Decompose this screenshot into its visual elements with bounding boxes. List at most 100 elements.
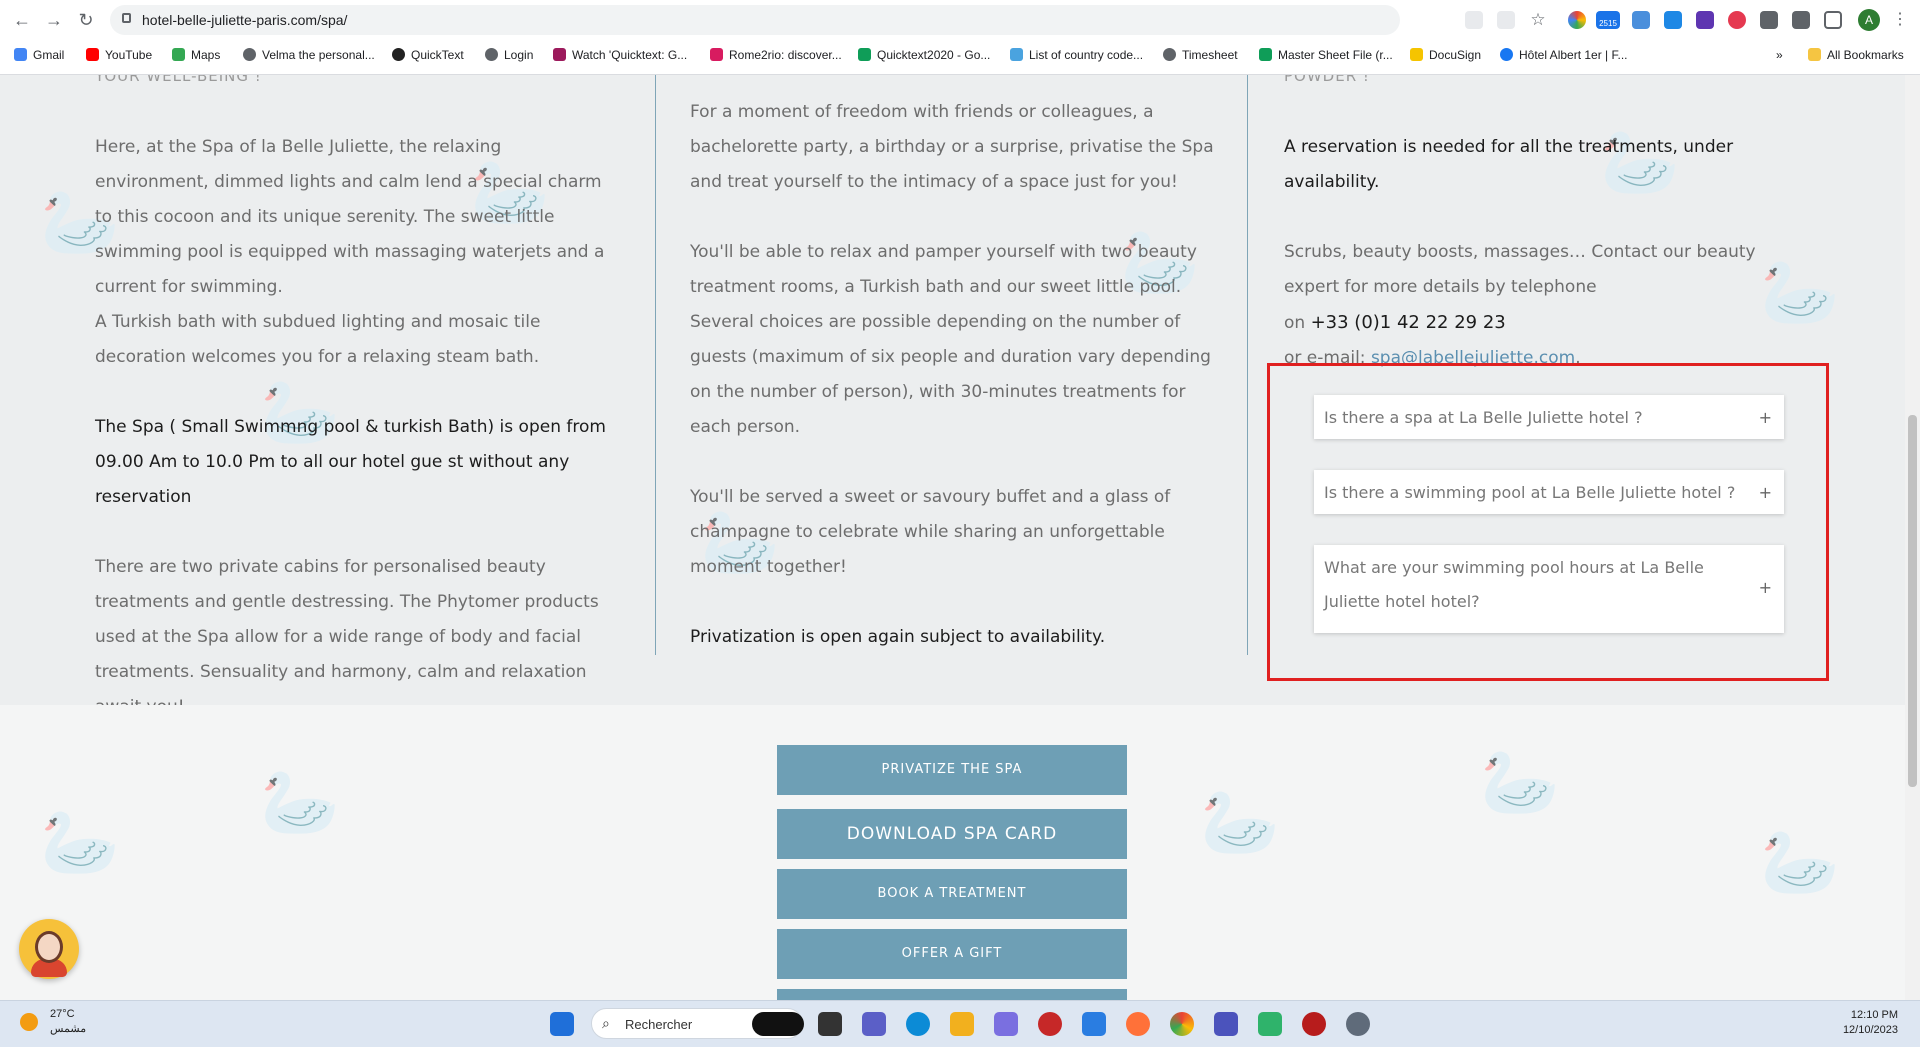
bookmark-youtube[interactable]: YouTube bbox=[86, 48, 152, 62]
swan-pattern-icon: 🦢 bbox=[1200, 786, 1280, 858]
youtube-icon bbox=[86, 48, 99, 61]
teams-icon[interactable] bbox=[1214, 1012, 1238, 1036]
privatize-spa-button[interactable]: PRIVATIZE THE SPA bbox=[777, 745, 1127, 795]
bookmark-docusign[interactable]: DocuSign bbox=[1410, 48, 1481, 62]
faq-highlight-box: Is there a spa at La Belle Juliette hote… bbox=[1267, 363, 1829, 681]
bookmark-velma[interactable]: Velma the personal... bbox=[243, 48, 375, 62]
plus-icon[interactable]: + bbox=[1759, 401, 1772, 435]
temperature: 27°C bbox=[50, 1008, 75, 1020]
todo-icon[interactable] bbox=[1082, 1012, 1106, 1036]
bookmark-label: Rome2rio: discover... bbox=[729, 48, 842, 62]
offer-gift-button[interactable]: OFFER A GIFT bbox=[777, 929, 1127, 979]
bookmark-quicktext2020[interactable]: Quicktext2020 - Go... bbox=[858, 48, 990, 62]
scrollbar-thumb[interactable] bbox=[1908, 415, 1917, 787]
back-icon[interactable]: ← bbox=[10, 8, 34, 32]
faq-item-swimming-pool[interactable]: Is there a swimming pool at La Belle Jul… bbox=[1314, 470, 1784, 514]
bookmark-star-icon[interactable]: ☆ bbox=[1529, 11, 1547, 29]
plus-icon[interactable]: + bbox=[1759, 476, 1772, 510]
maps-icon bbox=[172, 48, 185, 61]
task-view-icon[interactable] bbox=[818, 1012, 842, 1036]
app-a-icon[interactable] bbox=[1258, 1012, 1282, 1036]
page-scrollbar[interactable] bbox=[1905, 75, 1920, 1000]
next-button-partial[interactable] bbox=[777, 989, 1127, 1000]
mail-extension-icon[interactable]: 2515 bbox=[1596, 11, 1620, 29]
bookmark-login[interactable]: Login bbox=[485, 48, 533, 62]
google-icon bbox=[14, 48, 27, 61]
firefox-icon[interactable] bbox=[1126, 1012, 1150, 1036]
plus-icon[interactable]: + bbox=[1759, 571, 1772, 605]
weather-widget[interactable]: 27°C مشمس bbox=[50, 1007, 86, 1037]
app-icon[interactable] bbox=[1302, 1012, 1326, 1036]
app-icon[interactable] bbox=[1038, 1012, 1062, 1036]
folder-icon bbox=[1808, 48, 1821, 61]
bookmark-quicktext[interactable]: QuickText bbox=[392, 48, 464, 62]
side-panel-icon[interactable] bbox=[1824, 11, 1842, 29]
bookmark-label: All Bookmarks bbox=[1827, 48, 1904, 62]
bookmark-timesheet[interactable]: Timesheet bbox=[1163, 48, 1238, 62]
system-clock[interactable]: 12:10 PM 12/10/2023 bbox=[1843, 1008, 1898, 1038]
bookmark-master-sheet[interactable]: Master Sheet File (r... bbox=[1259, 48, 1393, 62]
menu-icon[interactable]: ⋮ bbox=[1888, 8, 1912, 32]
faq-question: Is there a swimming pool at La Belle Jul… bbox=[1324, 483, 1736, 502]
video-icon bbox=[553, 48, 566, 61]
docusign-icon bbox=[1410, 48, 1423, 61]
bookmark-label: List of country code... bbox=[1029, 48, 1144, 62]
download-spa-card-button[interactable]: DOWNLOAD SPA CARD bbox=[777, 809, 1127, 859]
bookmark-label: Velma the personal... bbox=[262, 48, 375, 62]
chrome-icon[interactable] bbox=[1170, 1012, 1194, 1036]
reservation-notice: A reservation is needed for all the trea… bbox=[1284, 137, 1734, 192]
faq-item-spa[interactable]: Is there a spa at La Belle Juliette hote… bbox=[1314, 395, 1784, 439]
quicktext-app-icon[interactable] bbox=[752, 1012, 804, 1036]
phone-line: on +33 (0)1 42 22 29 23 bbox=[1284, 305, 1804, 341]
bookmark-country-codes[interactable]: List of country code... bbox=[1010, 48, 1143, 62]
paragraph: You'll be able to relax and pamper yours… bbox=[690, 242, 1211, 437]
reload-icon[interactable]: ↻ bbox=[74, 8, 98, 32]
chatbot-launcher[interactable] bbox=[19, 919, 79, 979]
translate-icon[interactable] bbox=[1465, 11, 1483, 29]
file-explorer-icon[interactable] bbox=[950, 1012, 974, 1036]
paragraph: Here, at the Spa of la Belle Juliette, t… bbox=[95, 137, 605, 297]
bookmark-label: Gmail bbox=[33, 48, 65, 62]
settings-gear-icon[interactable] bbox=[1346, 1012, 1370, 1036]
bookmark-watch-quicktext[interactable]: Watch 'Quicktext: G... bbox=[553, 48, 687, 62]
share-icon[interactable] bbox=[1497, 11, 1515, 29]
treatments-column: A reservation is needed for all the trea… bbox=[1284, 130, 1804, 376]
weather-sun-icon[interactable] bbox=[20, 1013, 38, 1031]
reading-list-icon[interactable] bbox=[1792, 11, 1810, 29]
clock-time: 12:10 PM bbox=[1850, 1009, 1898, 1021]
bookmark-hotel-albert[interactable]: Hôtel Albert 1er | F... bbox=[1500, 48, 1628, 62]
puzzle-icon[interactable] bbox=[1760, 11, 1778, 29]
faq-item-pool-hours[interactable]: What are your swimming pool hours at La … bbox=[1314, 545, 1784, 633]
opening-hours-text: The Spa ( Small Swimmng pool & turkish B… bbox=[95, 417, 606, 507]
link-extension-icon[interactable] bbox=[1632, 11, 1650, 29]
globe-icon bbox=[1163, 48, 1176, 61]
url-text: hotel-belle-juliette-paris.com/spa/ bbox=[142, 12, 348, 28]
phone-number[interactable]: +33 (0)1 42 22 29 23 bbox=[1311, 312, 1506, 333]
windows-start-icon[interactable] bbox=[550, 1012, 574, 1036]
bookmark-label: Login bbox=[504, 48, 534, 62]
paragraph: Scrubs, beauty boosts, massages… Contact… bbox=[1284, 242, 1756, 297]
rome2rio-icon bbox=[710, 48, 723, 61]
column-divider bbox=[1247, 75, 1248, 655]
bookmark-rome2rio[interactable]: Rome2rio: discover... bbox=[710, 48, 842, 62]
bookmarks-bar: Gmail YouTube Maps Velma the personal...… bbox=[0, 44, 1920, 68]
copilot-icon[interactable] bbox=[994, 1012, 1018, 1036]
facebook-icon bbox=[1500, 48, 1513, 61]
lock-icon bbox=[122, 13, 131, 23]
bookmark-gmail[interactable]: Gmail bbox=[14, 48, 64, 62]
book-treatment-button[interactable]: BOOK A TREATMENT bbox=[777, 869, 1127, 919]
edge-icon[interactable] bbox=[906, 1012, 930, 1036]
more-bookmarks-button[interactable]: » bbox=[1776, 48, 1783, 62]
bird-extension-icon[interactable] bbox=[1664, 11, 1682, 29]
bookmark-maps[interactable]: Maps bbox=[172, 48, 220, 62]
bookmark-label: YouTube bbox=[105, 48, 153, 62]
color-extension-icon[interactable] bbox=[1568, 11, 1586, 29]
red-extension-icon[interactable] bbox=[1728, 11, 1746, 29]
arrow-extension-icon[interactable] bbox=[1696, 11, 1714, 29]
faq-question: What are your swimming pool hours at La … bbox=[1324, 558, 1704, 611]
forward-icon[interactable]: → bbox=[42, 8, 66, 32]
profile-avatar[interactable]: A bbox=[1858, 9, 1880, 31]
address-bar[interactable]: hotel-belle-juliette-paris.com/spa/ bbox=[110, 5, 1400, 35]
teams-chat-icon[interactable] bbox=[862, 1012, 886, 1036]
all-bookmarks[interactable]: All Bookmarks bbox=[1808, 48, 1904, 62]
